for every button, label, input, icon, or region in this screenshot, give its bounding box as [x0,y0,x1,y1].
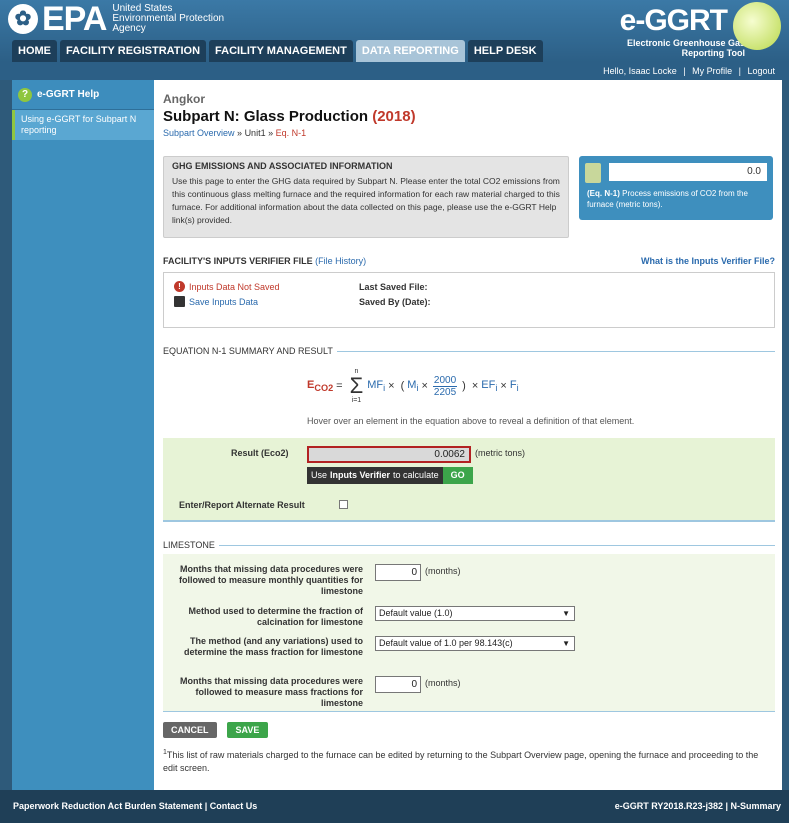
footnote: 1This list of raw materials charged to t… [163,749,759,773]
inputs-not-saved-status: Inputs Data Not Saved [189,281,280,292]
last-saved-label: Last Saved File: [359,281,428,292]
limestone-section: Months that missing data procedures were… [163,554,775,712]
cancel-button[interactable]: CANCEL [163,722,217,738]
inputs-verifier-tip: Use Inputs Verifier to calculate GO [307,467,473,484]
mass-fraction-method-select[interactable]: Default value of 1.0 per 98.143(c) ▼ [375,636,575,651]
help-question-icon: ? [18,87,32,102]
sigma-symbol: n Σ i=1 [349,368,364,404]
info-panel: GHG EMISSIONS AND ASSOCIATED INFORMATION… [163,156,569,238]
floppy-disk-icon [174,296,185,307]
alternate-result-label: Enter/Report Alternate Result [179,500,305,510]
crumb-subpart-overview[interactable]: Subpart Overview [163,128,235,138]
eggrt-subtitle: Electronic Greenhouse Gas Reporting Tool [626,38,745,58]
site-header: ✿ EPA United States Environmental Protec… [0,0,789,62]
equation-heading: EQUATION N-1 SUMMARY AND RESULT [163,346,775,356]
file-history-link[interactable]: (File History) [315,256,366,266]
nav-data-reporting[interactable]: DATA REPORTING [355,40,465,62]
nav-help-desk[interactable]: HELP DESK [467,40,543,62]
epa-wordmark: EPA [42,0,107,38]
sidebar: ? e-GGRT Help Using e-GGRT for Subpart N… [12,80,154,790]
info-text: Use this page to enter the GHG data requ… [172,176,560,225]
go-button[interactable]: GO [442,467,473,484]
nav-home[interactable]: HOME [12,40,57,62]
verifier-heading: FACILITY'S INPUTS VERIFIER FILE (File Hi… [163,256,775,266]
what-is-verifier-link[interactable]: What is the Inputs Verifier File? [641,256,775,266]
saved-by-label: Saved By (Date): [359,296,431,307]
crumb-current: Eq. N-1 [275,128,307,138]
chevron-down-icon: ▼ [562,609,570,618]
result-unit: (metric tons) [475,448,526,458]
emissions-summary-box: 0.0 (Eq. N-1) Process emissions of CO2 f… [579,156,773,220]
eggrt-bird-logo-icon [733,2,781,50]
form-buttons: CANCEL SAVE [163,722,269,738]
calcination-method-select[interactable]: Default value (1.0) ▼ [375,606,575,621]
main-nav: HOME FACILITY REGISTRATION FACILITY MANA… [12,40,546,62]
result-label: Result (Eco2) [231,448,289,458]
eq-term-m[interactable]: Mi [407,379,418,393]
logout-link[interactable]: Logout [747,66,775,76]
eq-term-mf[interactable]: MFi [367,379,385,393]
crumb-unit: Unit1 [244,128,266,138]
warning-icon: ! [174,281,185,292]
nav-facility-registration[interactable]: FACILITY REGISTRATION [60,40,207,62]
user-greeting: Hello, Isaac Locke [603,66,677,76]
main-content: Angkor Subpart N: Glass Production (2018… [163,80,775,773]
page-body: ? e-GGRT Help Using e-GGRT for Subpart N… [12,80,782,790]
emissions-description: (Eq. N-1) Process emissions of CO2 from … [587,189,748,209]
calculator-icon [585,163,601,183]
info-heading: GHG EMISSIONS AND ASSOCIATED INFORMATION [172,161,393,171]
missing-months-quantities-input[interactable]: 0 [375,564,421,581]
eq-conversion-fraction[interactable]: 2000 2205 [432,375,458,398]
save-button[interactable]: SAVE [226,722,269,738]
breadcrumb: Subpart Overview » Unit1 » Eq. N-1 [163,128,307,138]
equation-hint: Hover over an element in the equation ab… [307,416,635,426]
alternate-result-checkbox[interactable] [339,500,348,509]
user-bar: Hello, Isaac Locke | My Profile | Logout [0,62,789,80]
footer-links[interactable]: Paperwork Reduction Act Burden Statement… [13,790,257,823]
emissions-total-value: 0.0 [609,163,767,181]
result-value-field: 0.0062 [307,446,471,463]
missing-months-fractions-input[interactable]: 0 [375,676,421,693]
agency-name: United States Environmental Protection A… [112,3,225,34]
eq-term-e[interactable]: ECO2 [307,379,333,393]
epa-logo[interactable]: ✿ EPA United States Environmental Protec… [8,2,224,36]
footer-version: e-GGRT RY2018.R23-j382 | N-Summary [614,801,781,811]
my-profile-link[interactable]: My Profile [692,66,732,76]
result-section: Result (Eco2) 0.0062 (metric tons) Use I… [163,438,775,522]
eq-term-ef[interactable]: EFi [481,379,497,393]
nav-facility-management[interactable]: FACILITY MANAGEMENT [209,40,353,62]
reporting-year: (2018) [372,108,416,125]
site-footer: Paperwork Reduction Act Burden Statement… [0,790,789,823]
eq-term-f[interactable]: Fi [510,379,519,393]
epa-flower-icon: ✿ [8,4,38,34]
page-title: Subpart N: Glass Production (2018) [163,108,416,125]
chevron-down-icon: ▼ [562,639,570,648]
save-inputs-link[interactable]: Save Inputs Data [189,297,359,307]
help-link-subpart-n[interactable]: Using e-GGRT for Subpart N reporting [12,110,154,140]
verifier-panel: ! Inputs Data Not Saved Last Saved File:… [163,272,775,328]
equation-n1[interactable]: ECO2 = n Σ i=1 MFi ×( Mi × 2000 2205 ) × … [307,366,519,406]
limestone-heading: LIMESTONE [163,540,775,550]
eggrt-logo-title: e-GGRT [619,4,728,37]
facility-name: Angkor [163,92,205,106]
help-heading: ? e-GGRT Help [12,80,154,110]
